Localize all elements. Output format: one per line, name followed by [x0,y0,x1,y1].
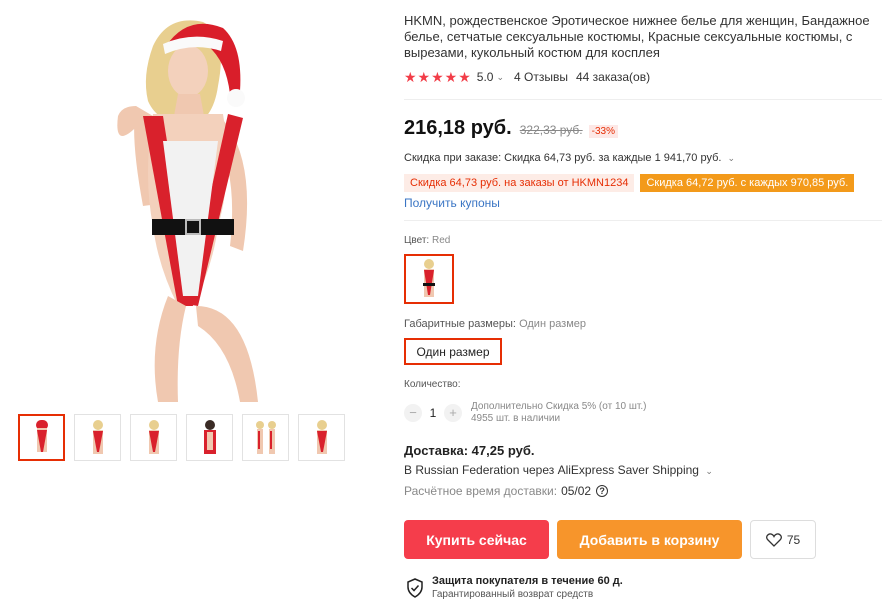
price-row: 216,18 руб. 322,33 руб. -33% [404,117,618,140]
coupon-badge[interactable]: Скидка 64,73 руб. на заказы от HKMN1234 [404,174,635,192]
chevron-down-icon[interactable]: ⌄ [705,466,713,476]
size-value: Один размер [519,318,587,330]
thumbnail-3[interactable] [130,414,177,461]
rating-stars[interactable]: ★★★★★ [404,69,472,86]
thumbnail-5[interactable] [242,414,289,461]
thumbnail-strip [18,414,345,461]
add-to-cart-button[interactable]: Добавить в корзину [557,520,742,559]
thumbnail-4[interactable] [186,414,233,461]
delivery-cost: Доставка: 47,25 руб. [404,443,535,458]
shield-check-icon [407,578,423,598]
buyer-protection[interactable]: Защита покупателя в течение 60 д. Гарант… [406,575,623,601]
estimated-delivery-label: Расчётное время доставки: [404,484,558,498]
wishlist-count: 75 [786,532,801,547]
quantity-decrease-button[interactable]: − [404,404,422,422]
discount-badge: -33% [588,125,618,138]
shipping-method-text: В Russian Federation через AliExpress Sa… [404,463,699,477]
quantity-value[interactable]: 1 [422,406,444,420]
buy-now-button[interactable]: Купить сейчас [404,520,549,559]
quantity-info: Дополнительно Скидка 5% (от 10 шт.) 4955… [471,401,646,425]
current-price: 216,18 руб. [404,117,512,139]
chevron-down-icon[interactable]: ⌄ [728,153,736,163]
stock-text: 4955 шт. в наличии [471,413,561,424]
divider [404,99,882,100]
divider [404,220,882,221]
thumbnail-6[interactable] [298,414,345,461]
coupon-badge[interactable]: Скидка 64,72 руб. с каждых 970,85 руб. [640,174,855,192]
color-value: Red [431,235,451,246]
color-label: Цвет: Red [404,235,451,246]
wishlist-button[interactable]: 75 [750,520,816,559]
store-discount-text: Скидка при заказе: Скидка 64,73 руб. за … [404,152,722,164]
product-gallery [0,0,380,613]
product-title: HKMN, рождественское Эротическое нижнее … [404,13,870,60]
get-coupons-link[interactable]: Получить купоны [404,196,500,210]
color-option-red[interactable] [404,254,454,304]
estimated-delivery-date: 05/02 [561,484,592,498]
quantity-label: Количество: [404,379,461,390]
bulk-discount-text: Дополнительно Скидка 5% (от 10 шт.) [471,401,647,412]
estimated-delivery: Расчётное время доставки: 05/02 ? [404,484,609,498]
heart-icon [765,532,782,547]
rating-row: ★★★★★ 5.0 ⌄ 4 Отзывы 44 заказа(ов) [404,69,882,85]
store-discount-line[interactable]: Скидка при заказе: Скидка 64,73 руб. за … [404,152,735,164]
product-info: HKMN, рождественское Эротическое нижнее … [404,13,882,600]
reviews-link[interactable]: 4 Отзывы [514,70,568,84]
thumbnail-2[interactable] [74,414,121,461]
buyer-protection-subtitle: Гарантированный возврат средств [432,589,594,600]
shipping-method[interactable]: В Russian Federation через AliExpress Sa… [404,463,713,477]
quantity-stepper: − 1 + Дополнительно Скидка 5% (от 10 шт.… [404,401,646,425]
coupon-badges: Скидка 64,73 руб. на заказы от HKMN1234 … [404,174,855,192]
thumbnail-1[interactable] [18,414,65,461]
chevron-down-icon[interactable]: ⌄ [496,72,504,83]
quantity-increase-button[interactable]: + [444,404,462,422]
size-label: Габаритные размеры: Один размер [404,318,587,330]
old-price: 322,33 руб. [519,123,583,137]
rating-value[interactable]: 5.0 [477,70,494,84]
help-icon[interactable]: ? [596,485,609,497]
buyer-protection-text: Защита покупателя в течение 60 д. Гарант… [432,575,623,601]
buyer-protection-title: Защита покупателя в течение 60 д. [432,575,623,587]
main-product-image[interactable] [18,6,368,402]
orders-count: 44 заказа(ов) [575,70,651,84]
size-option-one-size[interactable]: Один размер [404,338,502,365]
